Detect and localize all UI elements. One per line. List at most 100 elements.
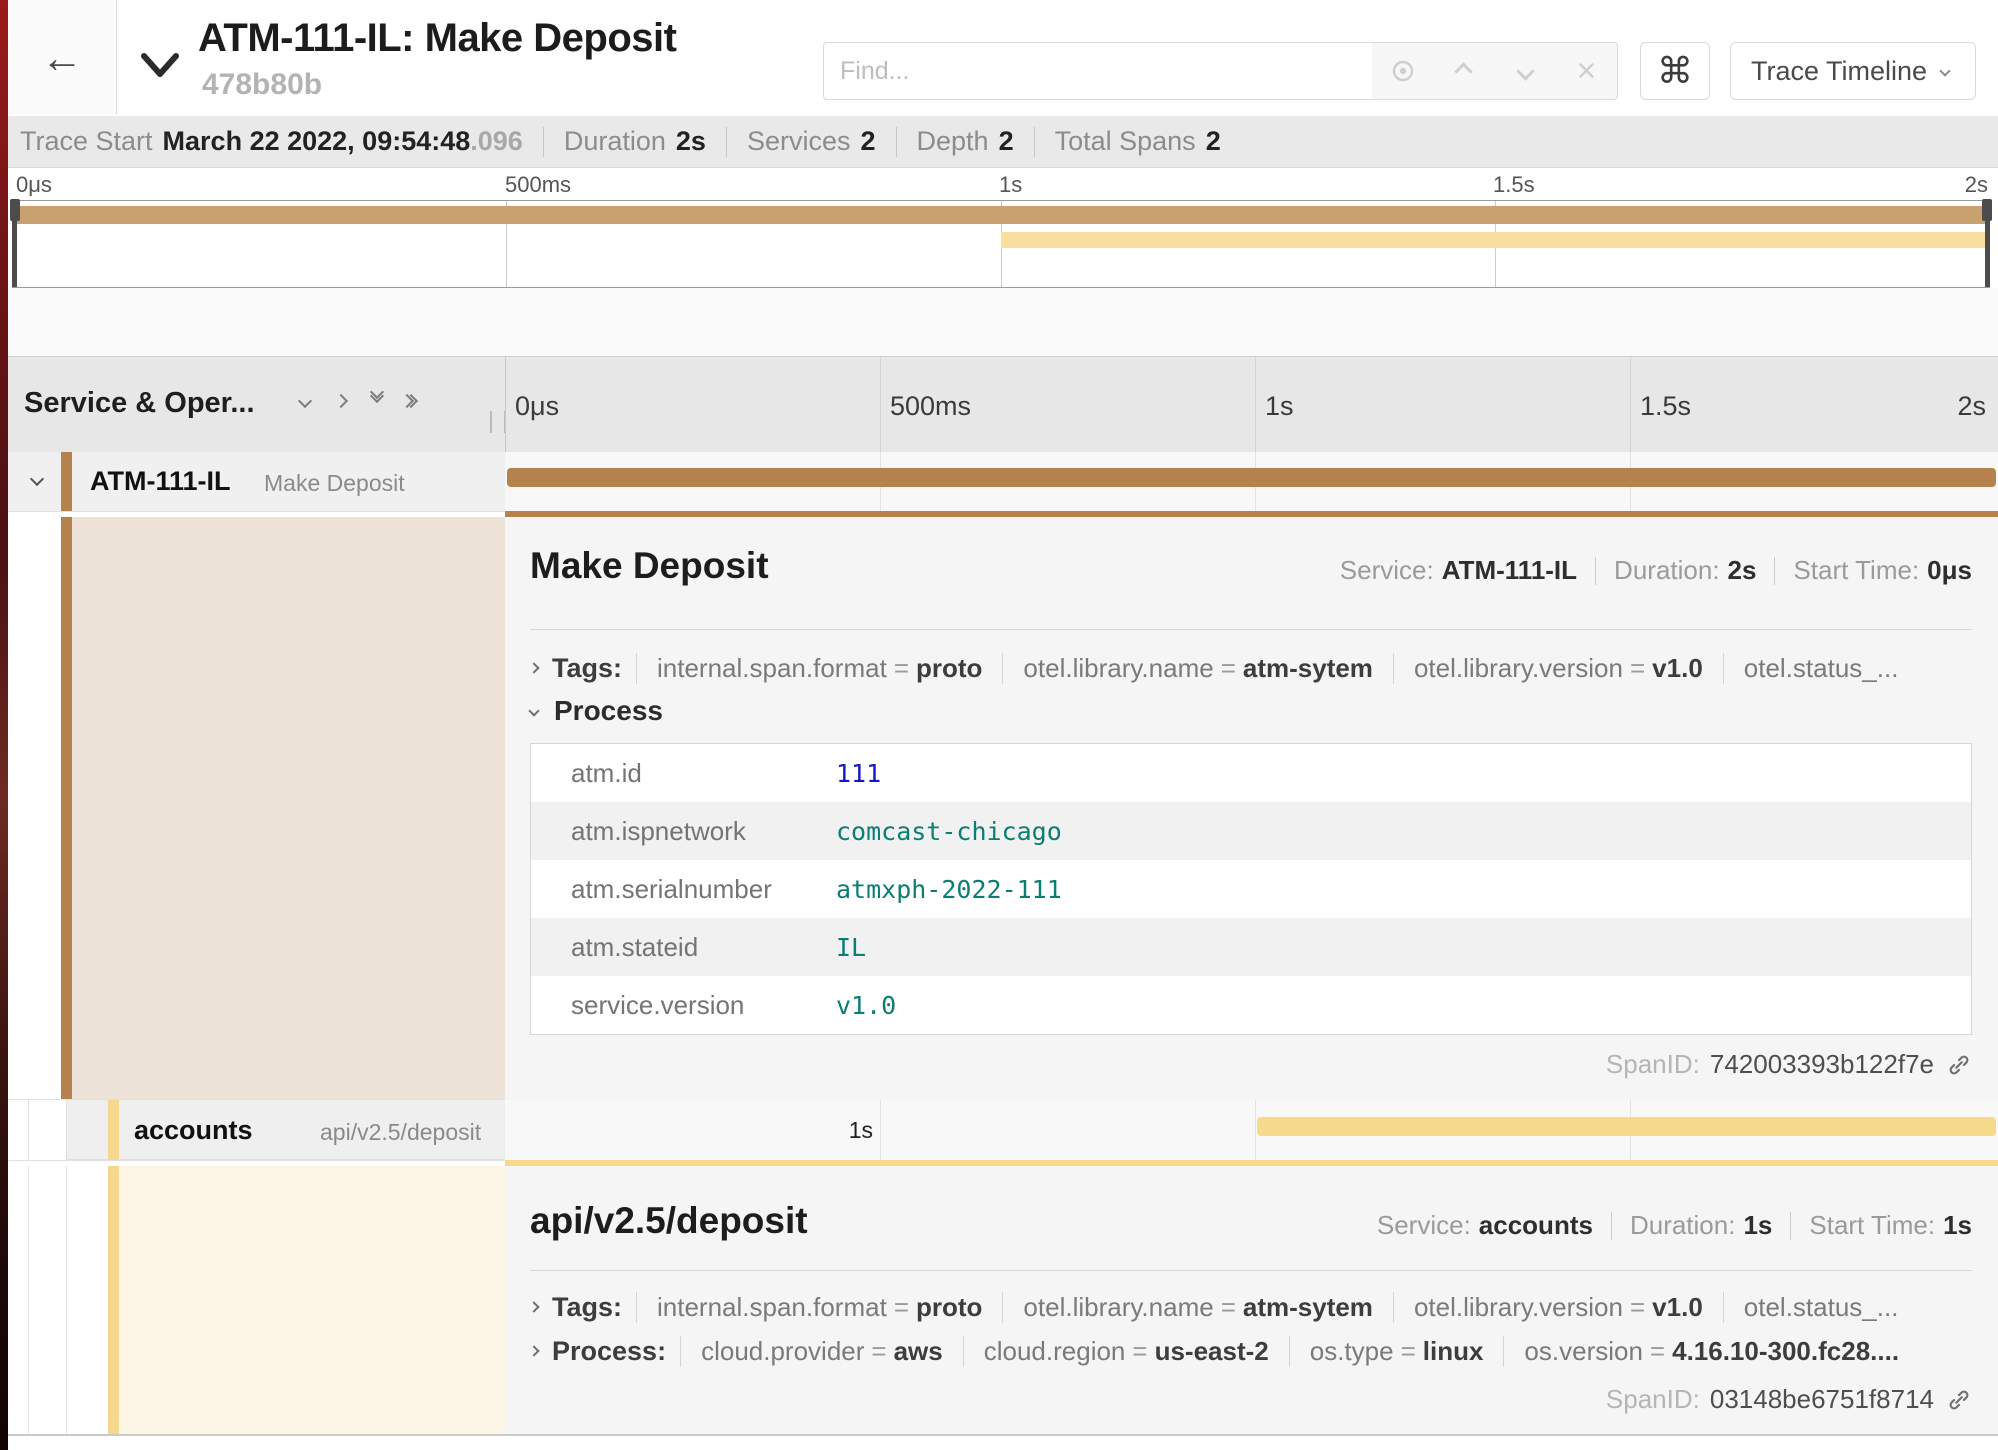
divider <box>726 127 727 157</box>
span-id-row: SpanID: 742003393b122f7e <box>1606 1049 1972 1080</box>
divider <box>543 127 544 157</box>
span-id-label: SpanID: <box>1606 1049 1700 1080</box>
row-collapse-icon[interactable] <box>30 472 44 486</box>
duration-value: 1s <box>1743 1210 1772 1241</box>
chevron-right-icon <box>528 1345 539 1356</box>
tags-label: Tags: <box>552 1292 622 1323</box>
minimap-left-handle[interactable] <box>12 201 17 287</box>
gridline <box>880 1100 881 1160</box>
expand-one-icon[interactable] <box>334 394 348 408</box>
service-label: Service: <box>1377 1210 1471 1241</box>
duration-value: 2s <box>1728 555 1757 586</box>
tree-line <box>66 1166 67 1434</box>
tag: otel.library.version=v1.0 <box>1393 653 1723 684</box>
span-track-atm <box>505 452 1998 512</box>
copy-link-button[interactable] <box>1946 1387 1972 1413</box>
prev-match-button[interactable] <box>1444 51 1484 91</box>
divider <box>1611 1212 1612 1240</box>
tag: otel.library.name=atm-sytem <box>1002 653 1393 684</box>
view-selector-label: Trace Timeline <box>1751 56 1927 87</box>
copy-link-button[interactable] <box>1946 1052 1972 1078</box>
gridline <box>1630 357 1631 453</box>
span-name-cell-atm[interactable]: ATM-111-IL Make Deposit <box>8 452 505 512</box>
process-section-toggle[interactable]: Process <box>530 695 663 727</box>
process-row[interactable]: Process: cloud.provider=aws cloud.region… <box>530 1328 1972 1374</box>
collapse-one-icon[interactable] <box>298 394 312 408</box>
tag: otel.library.version=v1.0 <box>1393 1292 1723 1323</box>
process-label: Process <box>554 695 663 727</box>
minimap-axis: 0μs 500ms 1s 1.5s 2s <box>8 168 1998 200</box>
trace-collapse-toggle[interactable] <box>140 52 180 85</box>
divider <box>1595 557 1596 585</box>
table-row: atm.id 111 <box>531 744 1971 802</box>
find-input[interactable] <box>823 42 1373 100</box>
trace-timeline-page: ← ATM-111-IL: Make Deposit 478b80b × ⌘ <box>0 0 1998 1450</box>
tag: otel.library.name=atm-sytem <box>1002 1292 1393 1323</box>
tags-label: Tags: <box>552 653 622 684</box>
chevron-down-icon <box>1516 62 1534 80</box>
axis-tick: 500ms <box>890 391 971 422</box>
total-spans-value: 2 <box>1206 126 1221 157</box>
back-arrow-icon: ← <box>41 37 83 79</box>
column-resize-handle[interactable] <box>490 411 506 433</box>
kv-value: atmxph-2022-111 <box>836 875 1062 904</box>
tag: cloud.provider=aws <box>680 1336 963 1367</box>
tag: internal.span.format=proto <box>636 653 1002 684</box>
drag-handle[interactable] <box>10 199 20 221</box>
find-toolbar: × <box>1372 42 1618 100</box>
trace-id-short: 478b80b <box>202 68 322 102</box>
service-name: accounts <box>134 1115 253 1146</box>
service-operation-column-title: Service & Oper... <box>24 387 255 420</box>
span-name-cell-accounts[interactable]: accounts api/v2.5/deposit <box>8 1100 505 1161</box>
table-row: atm.stateid IL <box>531 918 1971 976</box>
next-match-button[interactable] <box>1505 51 1545 91</box>
tree-line <box>28 1100 29 1160</box>
duration-label: Duration <box>564 126 666 157</box>
keyboard-shortcuts-button[interactable]: ⌘ <box>1640 42 1710 100</box>
kv-key: atm.id <box>531 758 836 789</box>
view-selector-dropdown[interactable]: Trace Timeline <box>1730 42 1976 100</box>
process-kv-table: atm.id 111 atm.ispnetwork comcast-chicag… <box>530 743 1972 1035</box>
duration-value: 2s <box>676 126 706 157</box>
tag-truncated: otel.status_... <box>1723 653 1919 684</box>
timeline-minimap[interactable] <box>12 200 1990 289</box>
minimap-right-handle[interactable] <box>1985 201 1990 287</box>
expand-all-icon[interactable] <box>408 396 424 406</box>
back-button[interactable]: ← <box>8 0 117 115</box>
span-detail-meta: Service: ATM-111-IL Duration: 2s Start T… <box>1340 555 1972 586</box>
span-detail-panel: Make Deposit Service: ATM-111-IL Duratio… <box>505 517 1998 1100</box>
service-name: ATM-111-IL <box>90 466 231 497</box>
total-spans-label: Total Spans <box>1055 126 1196 157</box>
tag: os.type=linux <box>1289 1336 1504 1367</box>
divider <box>1774 557 1775 585</box>
table-row: atm.ispnetwork comcast-chicago <box>531 802 1971 860</box>
clear-find-button[interactable]: × <box>1566 51 1606 91</box>
kv-value: IL <box>836 933 866 962</box>
span-detail-atm: Make Deposit Service: ATM-111-IL Duratio… <box>8 517 1998 1100</box>
gridline <box>1255 1100 1256 1160</box>
minimap-tick: 2s <box>1965 172 1988 198</box>
span-bar-accounts[interactable] <box>1257 1117 1996 1136</box>
tag-truncated: otel.status_... <box>1723 1292 1919 1323</box>
minimap-span-atm <box>12 206 1990 224</box>
tags-row[interactable]: Tags: internal.span.format=proto otel.li… <box>530 645 1972 691</box>
depth-value: 2 <box>999 126 1014 157</box>
span-id-label: SpanID: <box>1606 1384 1700 1415</box>
kv-key: atm.stateid <box>531 932 836 963</box>
focus-match-button[interactable] <box>1383 51 1423 91</box>
collapse-all-icon[interactable] <box>372 393 382 409</box>
tag: cloud.region=us-east-2 <box>963 1336 1289 1367</box>
drag-handle[interactable] <box>1982 199 1992 221</box>
chevron-down-icon <box>140 52 180 80</box>
divider <box>530 629 1972 630</box>
axis-tick: 2s <box>1957 391 1986 422</box>
tags-row[interactable]: Tags: internal.span.format=proto otel.li… <box>530 1284 1972 1330</box>
service-label: Service: <box>1340 555 1434 586</box>
minimap-tick: 0μs <box>16 172 52 198</box>
span-bar-atm[interactable] <box>507 468 1996 487</box>
operation-name: api/v2.5/deposit <box>320 1119 481 1146</box>
chevron-up-icon <box>1455 62 1473 80</box>
minimap-tick: 1.5s <box>1493 172 1535 198</box>
service-color-bar <box>61 517 72 1099</box>
chevron-right-icon <box>528 662 539 673</box>
